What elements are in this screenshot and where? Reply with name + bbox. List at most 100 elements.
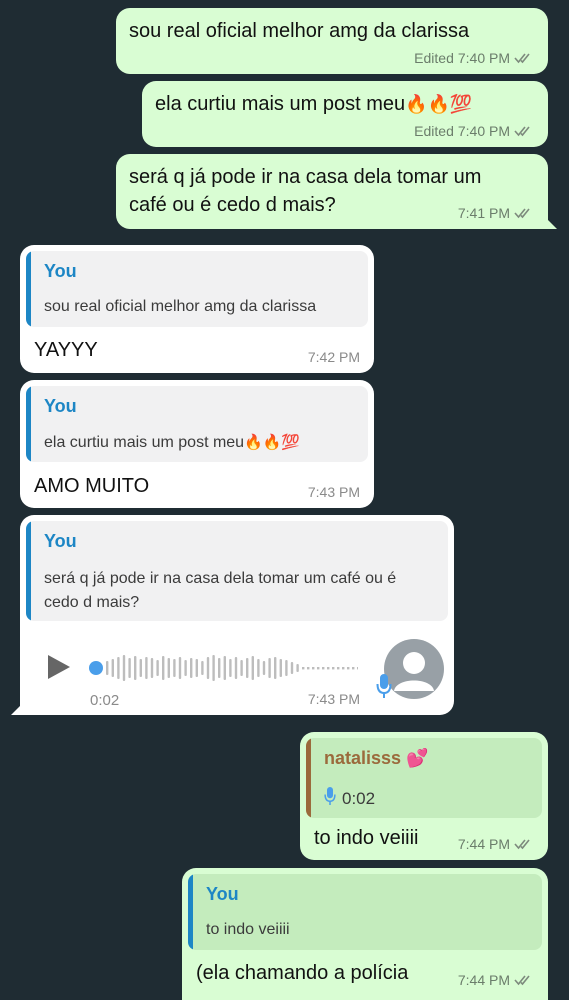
message-incoming[interactable]: You sou real oficial melhor amg da clari…: [20, 245, 374, 373]
waveform-bar: [184, 660, 187, 676]
quote-bar: [26, 251, 31, 327]
waveform-dot: [312, 667, 315, 670]
voice-waveform[interactable]: [106, 651, 358, 685]
waveform-bar: [251, 656, 254, 680]
quote-bar: [188, 874, 193, 950]
reply-quote[interactable]: natalisss 💕 0:02: [306, 738, 542, 818]
quote-text-body: ela curtiu mais um post meu: [44, 434, 245, 451]
quote-bar: [306, 738, 311, 818]
reply-quote[interactable]: You sou real oficial melhor amg da clari…: [26, 251, 368, 327]
quote-text-line: cedo d mais?: [44, 594, 140, 611]
waveform-bar: [145, 657, 148, 679]
waveform-bar: [246, 658, 249, 678]
message-time: 7:41 PM: [457, 205, 510, 221]
waveform-bar: [201, 661, 204, 675]
emoji-two-hearts: 💕: [406, 748, 429, 769]
message-text: AMO MUITO: [34, 475, 150, 497]
message-outgoing[interactable]: ela curtiu mais um post meu🔥🔥💯 Edited 7:…: [142, 81, 548, 147]
voice-progress-dot[interactable]: [89, 661, 103, 675]
message-time: 7:44 PM: [457, 972, 510, 988]
waveform-dot: [317, 667, 320, 670]
voice-duration: 0:02: [90, 692, 120, 709]
quote-author-name: natalisss: [324, 748, 402, 768]
waveform-bar: [190, 658, 193, 678]
quote-bar: [26, 386, 31, 462]
waveform-bar: [262, 661, 266, 675]
message-text-body: ela curtiu mais um post meu: [155, 93, 406, 115]
waveform-bar: [134, 656, 137, 680]
message-incoming-voice[interactable]: You será q já pode ir na casa dela tomar…: [11, 515, 454, 715]
message-time: 7:40 PM: [457, 123, 510, 139]
waveform-bar: [167, 658, 170, 678]
waveform-bar: [173, 659, 176, 677]
waveform-bar: [212, 655, 215, 681]
reply-quote[interactable]: You ela curtiu mais um post meu🔥🔥💯: [26, 386, 368, 462]
waveform-bar: [234, 657, 238, 679]
message-meta: 7:41 PM: [458, 205, 534, 221]
quote-text: será q já pode ir na casa dela tomar um …: [44, 567, 396, 615]
message-text: ela curtiu mais um post meu🔥🔥💯: [155, 90, 472, 119]
quote-bar: [26, 521, 31, 621]
waveform-bar: [178, 657, 182, 679]
avatar-icon[interactable]: [384, 639, 444, 699]
emoji-fire-fire-hundred: 🔥🔥💯: [405, 94, 473, 115]
message-text: (ela chamando a polícia: [196, 962, 409, 984]
double-check-icon: [514, 125, 534, 137]
message-outgoing[interactable]: sou real oficial melhor amg da clarissa …: [116, 8, 548, 74]
message-incoming[interactable]: You ela curtiu mais um post meu🔥🔥💯 AMO M…: [20, 380, 374, 508]
message-time: 7:43 PM: [307, 484, 360, 500]
quote-voice-duration: 0:02: [342, 788, 376, 808]
quote-text: ela curtiu mais um post meu🔥🔥💯: [44, 430, 300, 455]
waveform-dot: [352, 667, 355, 670]
message-meta: Edited 7:40 PM: [414, 50, 534, 66]
double-check-icon: [514, 207, 534, 219]
message-text-line: será q já pode ir na casa dela tomar um: [129, 166, 482, 188]
quote-voice: 0:02: [324, 786, 375, 811]
double-check-icon: [514, 838, 534, 850]
message-time: 7:44 PM: [457, 836, 510, 852]
reply-quote[interactable]: You será q já pode ir na casa dela tomar…: [26, 521, 448, 621]
waveform-bar: [257, 659, 260, 677]
edited-label: Edited: [414, 50, 454, 66]
waveform-bar: [162, 656, 165, 680]
play-icon[interactable]: [48, 655, 70, 679]
waveform-bar: [150, 658, 154, 678]
message-outgoing[interactable]: será q já pode ir na casa dela tomar um …: [116, 154, 557, 229]
waveform-bar: [285, 660, 288, 676]
message-time: 7:42 PM: [307, 349, 360, 365]
message-outgoing[interactable]: You to indo veiiii (ela chamando a políc…: [182, 868, 548, 1000]
microphone-icon: [376, 673, 392, 704]
waveform-bar: [111, 659, 114, 677]
waveform-bar: [229, 659, 232, 677]
message-text: to indo veiiii: [314, 827, 419, 849]
double-check-icon: [514, 974, 534, 986]
message-meta: 7:44 PM: [458, 836, 534, 852]
waveform-dot: [322, 667, 325, 670]
waveform-bar: [290, 662, 294, 674]
quote-text: to indo veiiii: [206, 921, 290, 938]
waveform-dot: [307, 667, 310, 670]
waveform-bar: [139, 659, 142, 677]
waveform-dot: [337, 667, 340, 670]
waveform-bar: [223, 656, 226, 680]
waveform-bar: [106, 661, 109, 675]
waveform-bar: [122, 655, 126, 681]
message-outgoing[interactable]: natalisss 💕 0:02 to indo veiiii 7:44 PM: [300, 732, 548, 860]
chat-conversation[interactable]: sou real oficial melhor amg da clarissa …: [0, 0, 569, 1000]
waveform-dot: [332, 667, 335, 670]
message-meta: Edited 7:40 PM: [414, 123, 534, 139]
waveform-bar: [156, 660, 159, 676]
waveform-dot: [342, 667, 345, 670]
waveform-bar: [206, 657, 210, 679]
waveform-bar: [218, 658, 221, 678]
quote-author: You: [206, 884, 239, 904]
quote-author: You: [44, 396, 77, 416]
waveform-dot: [327, 667, 330, 670]
double-check-icon: [514, 52, 534, 64]
message-text: YAYYY: [34, 339, 98, 361]
waveform-bar: [296, 664, 299, 672]
reply-quote[interactable]: You to indo veiiii: [188, 874, 542, 950]
waveform-bar: [195, 659, 198, 677]
microphone-icon: [324, 786, 336, 811]
message-text: sou real oficial melhor amg da clarissa: [129, 20, 470, 42]
